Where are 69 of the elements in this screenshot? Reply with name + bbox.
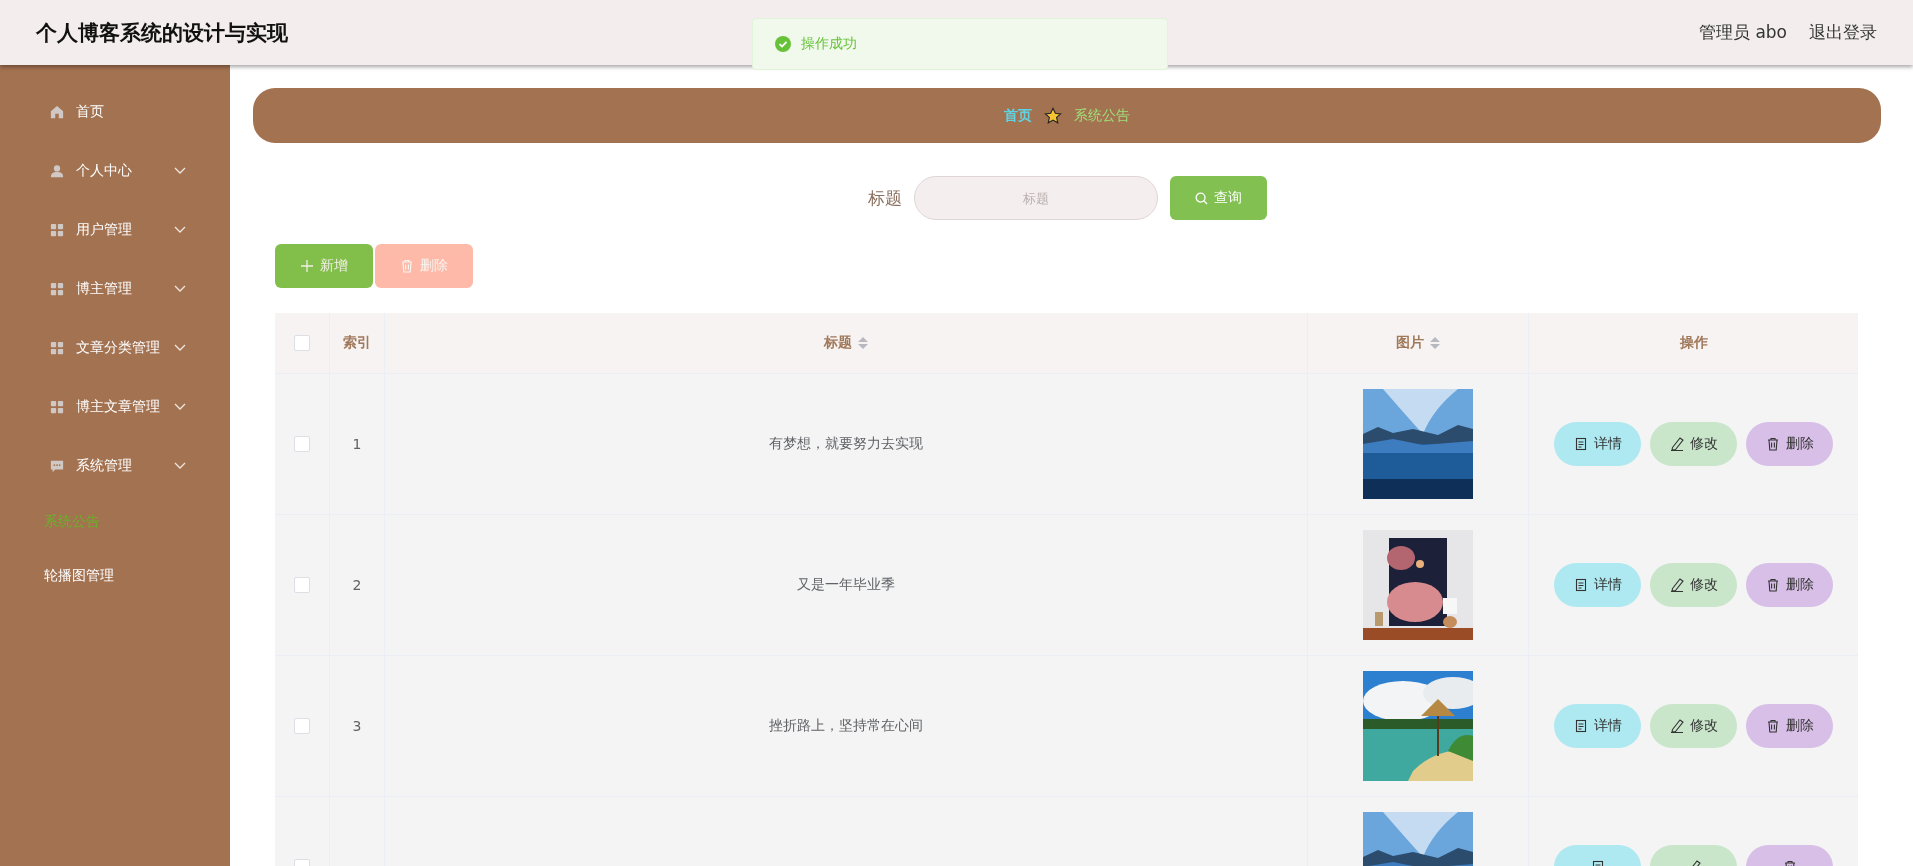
title-cell: 有梦想，就要努力去实现 bbox=[769, 435, 923, 453]
toast-message: 操作成功 bbox=[801, 35, 857, 53]
success-icon bbox=[775, 36, 791, 52]
grid-icon bbox=[50, 281, 64, 296]
pencil-icon bbox=[1669, 719, 1684, 733]
search-field[interactable]: 标题 bbox=[913, 176, 1158, 220]
menu-item[interactable]: 用户管理 bbox=[0, 200, 230, 259]
plus-icon bbox=[300, 259, 314, 273]
column-header[interactable]: 操作 bbox=[1679, 334, 1708, 352]
chevron-down-icon bbox=[174, 284, 186, 293]
grid-icon bbox=[50, 340, 64, 355]
index-cell: 3 bbox=[352, 718, 362, 734]
app-title: 个人博客系统的设计与实现 bbox=[36, 19, 288, 47]
star-icon bbox=[1044, 106, 1062, 125]
chevron-down-icon bbox=[174, 461, 186, 470]
breadcrumb-link[interactable]: 首页 bbox=[1004, 106, 1032, 125]
menu-item[interactable]: 系统管理 bbox=[0, 436, 230, 495]
menu-item[interactable]: 博主管理 bbox=[0, 259, 230, 318]
row-checkbox[interactable] bbox=[294, 718, 310, 734]
chevron-down-icon bbox=[174, 225, 186, 234]
grid-icon bbox=[50, 222, 64, 237]
detail-button[interactable]: 详情 bbox=[1554, 422, 1641, 466]
chevron-down-icon bbox=[174, 166, 186, 175]
title-cell: 挫折路上，坚持常在心间 bbox=[769, 717, 923, 735]
user-icon bbox=[50, 163, 64, 178]
search-icon bbox=[1194, 191, 1208, 205]
detail-button[interactable]: 详情 bbox=[1554, 563, 1641, 607]
row-checkbox[interactable] bbox=[294, 436, 310, 452]
pencil-icon bbox=[1669, 578, 1684, 592]
column-header[interactable]: 图片 bbox=[1396, 334, 1440, 352]
document-icon bbox=[1573, 437, 1588, 451]
chat-bubble-icon bbox=[50, 458, 64, 473]
index-cell: 1 bbox=[352, 436, 362, 452]
index-cell: 2 bbox=[352, 577, 362, 593]
pencil-icon bbox=[1669, 437, 1684, 451]
detail-button[interactable]: 详情 bbox=[1554, 704, 1641, 748]
chevron-down-icon bbox=[174, 402, 186, 411]
menu-item[interactable]: 个人中心 bbox=[0, 141, 230, 200]
column-header[interactable]: 标题 bbox=[824, 334, 868, 352]
home-icon bbox=[50, 104, 64, 119]
logout-link[interactable]: 退出登录 bbox=[1809, 21, 1877, 44]
delete-button[interactable]: 删除 bbox=[1746, 704, 1833, 748]
sort-icon bbox=[858, 337, 868, 349]
document-icon bbox=[1573, 719, 1588, 733]
delete-button[interactable]: 删除 bbox=[1746, 563, 1833, 607]
trash-icon bbox=[400, 259, 414, 273]
user-label: 管理员 abo bbox=[1699, 21, 1787, 44]
trash-icon bbox=[1765, 719, 1780, 733]
select-all-checkbox[interactable] bbox=[294, 335, 310, 351]
grid-icon bbox=[50, 399, 64, 414]
search-label: 标题 bbox=[867, 186, 902, 210]
title-cell: 又是一年毕业季 bbox=[797, 576, 895, 594]
submenu-item[interactable]: 轮播图管理 bbox=[0, 549, 114, 603]
row-checkbox[interactable] bbox=[294, 577, 310, 593]
column-header[interactable]: 索引 bbox=[343, 334, 371, 352]
trash-icon bbox=[1765, 578, 1780, 592]
menu-item[interactable]: 博主文章管理 bbox=[0, 377, 230, 436]
menu-item[interactable]: 首页 bbox=[0, 82, 230, 141]
trash-icon bbox=[1765, 437, 1780, 451]
menu-item[interactable]: 文章分类管理 bbox=[0, 318, 230, 377]
search-button[interactable]: 查询 bbox=[1169, 176, 1267, 220]
edit-button[interactable]: 修改 bbox=[1650, 704, 1737, 748]
sort-icon bbox=[1430, 337, 1440, 349]
delete-button[interactable]: 删除 bbox=[1746, 422, 1833, 466]
breadcrumb-current: 系统公告 bbox=[1074, 106, 1130, 125]
edit-button[interactable]: 修改 bbox=[1650, 563, 1737, 607]
edit-button[interactable]: 修改 bbox=[1650, 422, 1737, 466]
document-icon bbox=[1573, 578, 1588, 592]
chevron-down-icon bbox=[174, 343, 186, 352]
